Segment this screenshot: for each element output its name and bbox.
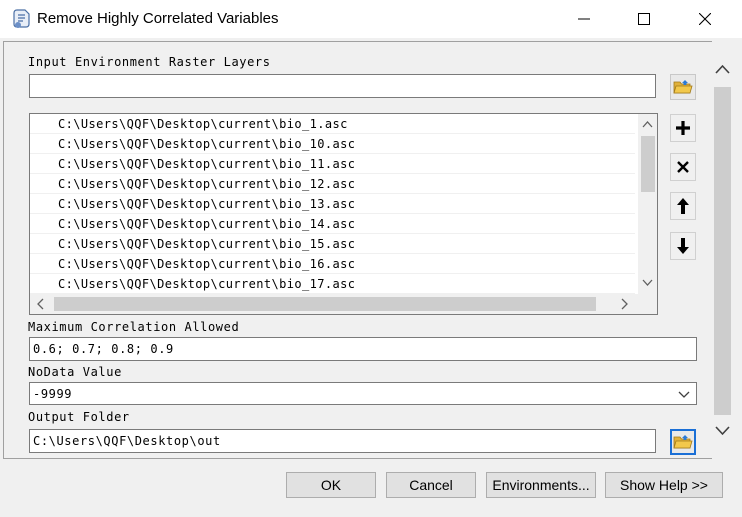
list-horizontal-scrollbar[interactable] [30,294,657,314]
list-vertical-scrollbar[interactable] [638,114,657,295]
list-item[interactable]: C:\Users\QQF\Desktop\current\bio_16.asc [30,254,635,274]
chevron-down-icon [678,391,690,398]
plus-icon [676,121,690,135]
maximize-icon [638,13,650,25]
output-folder-label: Output Folder [28,410,130,424]
minimize-button[interactable] [561,0,607,38]
arrow-down-icon [677,238,689,254]
arrow-up-icon [677,198,689,214]
remove-layer-button[interactable] [670,153,696,181]
nodata-value: -9999 [33,386,73,401]
dialog-footer: OK Cancel Environments... Show Help >> [0,459,742,517]
input-layers-label: Input Environment Raster Layers [28,55,271,69]
environments-button[interactable]: Environments... [486,472,596,498]
max-corr-label: Maximum Correlation Allowed [28,320,240,334]
title-bar: Remove Highly Correlated Variables [0,0,742,38]
add-layer-button[interactable] [670,114,696,142]
open-folder-icon [673,435,693,449]
list-item[interactable]: C:\Users\QQF\Desktop\current\bio_1.asc [30,114,635,134]
delete-x-icon [677,161,689,173]
list-scroll-arrows [641,121,655,286]
parameters-panel: Input Environment Raster Layers C:\Users… [3,41,714,459]
list-item[interactable]: C:\Users\QQF\Desktop\current\bio_17.asc [30,274,635,294]
browse-output-button[interactable] [670,429,696,455]
output-folder-field[interactable]: C:\Users\QQF\Desktop\out [29,429,656,453]
panel-vertical-scrollbar[interactable] [712,41,733,459]
window-title: Remove Highly Correlated Variables [37,10,279,27]
script-tool-icon [12,8,32,30]
ok-button[interactable]: OK [286,472,376,498]
list-item[interactable]: C:\Users\QQF\Desktop\current\bio_15.asc [30,234,635,254]
scrollbar-corner [638,294,657,314]
open-folder-icon [673,80,693,94]
move-down-button[interactable] [670,232,696,260]
show-help-button[interactable]: Show Help >> [605,472,723,498]
panel-scroll-arrows [714,64,731,436]
list-item[interactable]: C:\Users\QQF\Desktop\current\bio_10.asc [30,134,635,154]
list-item[interactable]: C:\Users\QQF\Desktop\current\bio_12.asc [30,174,635,194]
max-corr-field[interactable]: 0.6; 0.7; 0.8; 0.9 [29,337,697,361]
close-button[interactable] [682,0,728,38]
nodata-label: NoData Value [28,365,122,379]
list-item[interactable]: C:\Users\QQF\Desktop\current\bio_13.asc [30,194,635,214]
list-item[interactable]: C:\Users\QQF\Desktop\current\bio_14.asc [30,214,635,234]
close-icon [699,13,711,25]
move-up-button[interactable] [670,192,696,220]
cancel-button[interactable]: Cancel [386,472,476,498]
nodata-select[interactable]: -9999 [29,382,697,405]
list-hscroll-arrows [37,297,628,311]
maximize-button[interactable] [621,0,667,38]
input-layers-field[interactable] [29,74,656,98]
minimize-icon [578,18,590,20]
list-item[interactable]: C:\Users\QQF\Desktop\current\bio_11.asc [30,154,635,174]
browse-input-button[interactable] [670,74,696,100]
input-layers-list[interactable]: C:\Users\QQF\Desktop\current\bio_1.asc C… [29,113,658,315]
